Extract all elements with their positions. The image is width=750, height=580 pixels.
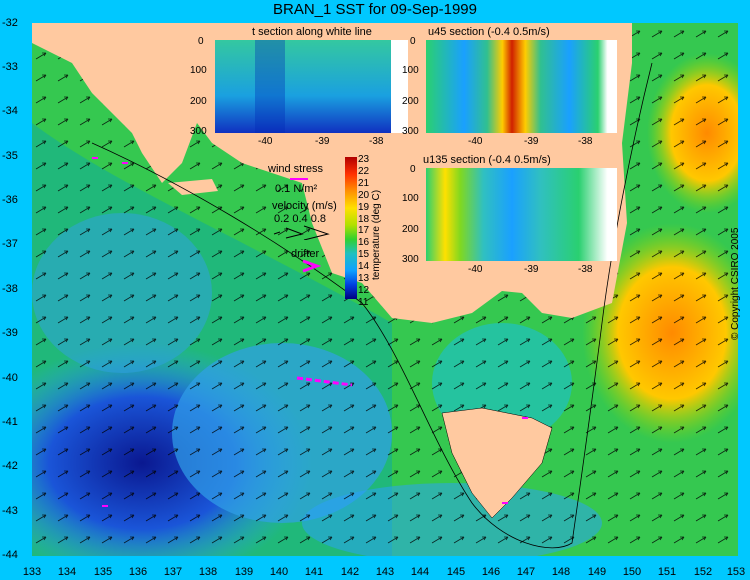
colorbar-tick: 23	[358, 154, 370, 165]
lat-label: -37	[2, 238, 18, 250]
lat-label: -41	[2, 416, 18, 428]
colorbar-tick: 20	[358, 189, 370, 201]
temperature-colorbar	[345, 157, 357, 299]
colorbar-tick: 19	[358, 201, 370, 213]
lat-label: -33	[2, 61, 18, 73]
u135-section-ytick: 200	[402, 224, 419, 235]
u135-section-ytick: 300	[402, 254, 419, 265]
lon-label: 145	[446, 566, 466, 578]
u135-section-xtick: -40	[468, 264, 483, 275]
lat-label: -38	[2, 283, 18, 295]
page: BRAN_1 SST for 09-Sep-1999 -32 -33 -34 -…	[0, 0, 750, 580]
lon-label: 150	[622, 566, 642, 578]
u45-section-ytick: 300	[402, 126, 419, 137]
u45-section-plot	[426, 40, 617, 133]
colorbar-tick: 17	[358, 225, 370, 237]
t-section-title: t section along white line	[252, 26, 372, 38]
lon-label: 144	[410, 566, 430, 578]
lon-label: 139	[234, 566, 254, 578]
t-section-ytick: 300	[190, 126, 207, 137]
colorbar-tick: 13	[358, 273, 370, 285]
lon-label: 137	[163, 566, 183, 578]
colorbar-tick: 21	[358, 177, 370, 189]
t-section-plot	[215, 40, 408, 133]
wind-stress-arrow-icon	[290, 178, 308, 180]
lat-label: -34	[2, 105, 18, 117]
u45-section-xtick: -38	[578, 136, 593, 147]
lon-label: 152	[693, 566, 713, 578]
t-section-xtick: -38	[369, 136, 384, 147]
lon-label: 138	[198, 566, 218, 578]
u45-section-ytick: 100	[402, 65, 419, 76]
lon-label: 151	[657, 566, 677, 578]
lat-label: -36	[2, 194, 18, 206]
u135-section-ytick: 100	[402, 193, 419, 204]
u45-section-xtick: -39	[524, 136, 539, 147]
t-section-ytick: 100	[190, 65, 207, 76]
colorbar-label: temperature (deg C)	[371, 189, 382, 280]
lon-label: 148	[551, 566, 571, 578]
wind-stress-label: wind stress	[268, 163, 324, 175]
lon-label: 141	[304, 566, 324, 578]
colorbar-ticks: 23 22 21 20 19 18 17 16 15 14 13 12 11	[358, 154, 369, 309]
lon-label: 146	[481, 566, 501, 578]
u135-section-ytick: 0	[410, 164, 416, 175]
u45-section-ytick: 0	[410, 36, 416, 47]
lon-label: 143	[375, 566, 395, 578]
drifter-arrow-icon	[302, 259, 321, 273]
lon-label: 136	[128, 566, 148, 578]
u135-section-plot	[426, 168, 617, 261]
lon-label: 134	[57, 566, 77, 578]
u135-section-title: u135 section (-0.4 0.5m/s)	[423, 154, 551, 166]
colorbar-tick: 22	[358, 165, 370, 177]
wind-stress-value: 0.1 N/m²	[275, 183, 318, 195]
copyright: © Copyright CSIRO 2005	[730, 227, 741, 340]
colorbar-tick: 12	[358, 284, 370, 296]
lon-label: 142	[340, 566, 360, 578]
u45-section-xtick: -40	[468, 136, 483, 147]
t-section-ytick: 0	[198, 36, 204, 47]
lat-label: -40	[2, 372, 18, 384]
lon-label: 133	[22, 566, 42, 578]
lon-label: 147	[516, 566, 536, 578]
u45-section-title: u45 section (-0.4 0.5m/s)	[428, 26, 550, 38]
page-title: BRAN_1 SST for 09-Sep-1999	[272, 1, 477, 18]
lat-label: -44	[2, 549, 18, 561]
lon-label: 135	[93, 566, 113, 578]
t-section-xtick: -40	[258, 136, 273, 147]
colorbar-tick: 16	[358, 237, 370, 249]
lat-label: -32	[2, 17, 18, 29]
u135-section-xtick: -39	[524, 264, 539, 275]
lat-label: -35	[2, 150, 18, 162]
colorbar-tick: 15	[358, 249, 370, 261]
lat-label: -39	[2, 327, 18, 339]
lon-label: 140	[269, 566, 289, 578]
t-section-ytick: 200	[190, 96, 207, 107]
velocity-arrows-icon	[273, 225, 330, 240]
colorbar-tick: 14	[358, 261, 370, 273]
lon-label: 153	[726, 566, 746, 578]
t-section-xtick: -39	[315, 136, 330, 147]
lat-label: -43	[2, 505, 18, 517]
u45-section-ytick: 200	[402, 96, 419, 107]
u135-section-xtick: -38	[578, 264, 593, 275]
lon-label: 149	[587, 566, 607, 578]
velocity-label: velocity (m/s)	[272, 200, 337, 212]
colorbar-tick: 11	[358, 296, 369, 308]
colorbar-tick: 18	[358, 213, 370, 225]
lat-label: -42	[2, 460, 18, 472]
